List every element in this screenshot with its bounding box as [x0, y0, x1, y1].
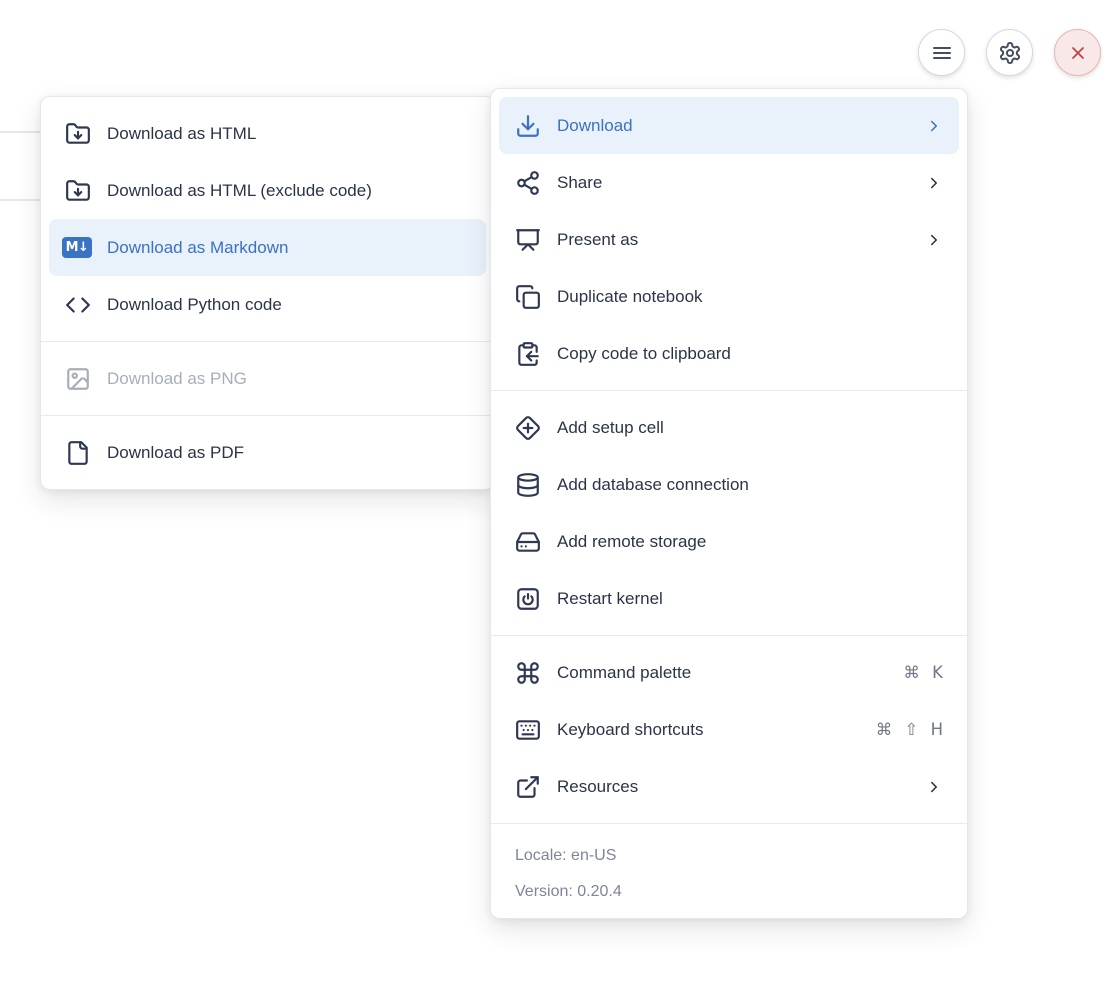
- folder-down-icon: [65, 178, 91, 204]
- menu-item-present-as[interactable]: Present as: [499, 211, 959, 268]
- menu-item-label: Download as PNG: [107, 370, 470, 387]
- chevron-right-icon: [925, 231, 943, 249]
- download-icon: [515, 113, 541, 139]
- download-submenu: Download as HTML Download as HTML (exclud…: [40, 96, 495, 490]
- gear-icon: [998, 41, 1022, 65]
- shortcut-hint: ⌘ ⇧ H: [876, 720, 943, 739]
- hard-drive-icon: [515, 529, 541, 555]
- shortcut-hint: ⌘ K: [903, 663, 943, 682]
- menu-item-label: Add remote storage: [557, 533, 943, 550]
- menu-item-command-palette[interactable]: Command palette ⌘ K: [499, 644, 959, 701]
- menu-item-resources[interactable]: Resources: [499, 758, 959, 815]
- file-icon: [65, 440, 91, 466]
- close-icon: [1068, 43, 1088, 63]
- background-cell-border: [0, 199, 41, 201]
- menu-separator: [491, 635, 967, 636]
- menu-item-label: Download: [557, 117, 909, 134]
- presentation-icon: [515, 227, 541, 253]
- menu-item-label: Download as HTML: [107, 125, 470, 142]
- menu-item-label: Download as Markdown: [107, 239, 470, 256]
- chevron-right-icon: [925, 117, 943, 135]
- menu-item-label: Download as PDF: [107, 444, 470, 461]
- menu-item-download-as-pdf[interactable]: Download as PDF: [49, 424, 486, 481]
- image-icon: [65, 366, 91, 392]
- database-icon: [515, 472, 541, 498]
- menu-item-label: Keyboard shortcuts: [557, 721, 860, 738]
- command-icon: [515, 660, 541, 686]
- menu-item-add-remote-storage[interactable]: Add remote storage: [499, 513, 959, 570]
- code-icon: [65, 292, 91, 318]
- menu-item-restart-kernel[interactable]: Restart kernel: [499, 570, 959, 627]
- shutdown-button[interactable]: [1054, 29, 1101, 76]
- menu-icon: [930, 41, 954, 65]
- square-power-icon: [515, 586, 541, 612]
- menu-footer: Locale: en-USVersion: 0.20.4: [491, 832, 967, 910]
- copy-icon: [515, 284, 541, 310]
- menu-separator: [491, 390, 967, 391]
- notebook-toolbar: [918, 29, 1101, 76]
- menu-item-copy-code-to-clipboard[interactable]: Copy code to clipboard: [499, 325, 959, 382]
- chevron-right-icon: [925, 778, 943, 796]
- menu-item-add-database-connection[interactable]: Add database connection: [499, 456, 959, 513]
- menu-item-label: Download Python code: [107, 296, 470, 313]
- keyboard-icon: [515, 717, 541, 743]
- locale-text: Locale: en-US: [491, 838, 967, 874]
- share-icon: [515, 170, 541, 196]
- external-link-icon: [515, 774, 541, 800]
- menu-item-download-as-markdown[interactable]: M↓ Download as Markdown: [49, 219, 486, 276]
- menu-item-label: Resources: [557, 778, 909, 795]
- menu-item-label: Share: [557, 174, 909, 191]
- chevron-right-icon: [925, 174, 943, 192]
- menu-item-duplicate-notebook[interactable]: Duplicate notebook: [499, 268, 959, 325]
- menu-item-label: Restart kernel: [557, 590, 943, 607]
- menu-item-keyboard-shortcuts[interactable]: Keyboard shortcuts ⌘ ⇧ H: [499, 701, 959, 758]
- markdown-badge-text: M↓: [62, 237, 92, 258]
- menu-item-share[interactable]: Share: [499, 154, 959, 211]
- menu-item-label: Duplicate notebook: [557, 288, 943, 305]
- menu-item-label: Add setup cell: [557, 419, 943, 436]
- menu-item-download-as-png: Download as PNG: [49, 350, 486, 407]
- notebook-menu-button[interactable]: [918, 29, 965, 76]
- folder-down-icon: [65, 121, 91, 147]
- clipboard-copy-icon: [515, 341, 541, 367]
- menu-item-label: Present as: [557, 231, 909, 248]
- version-text: Version: 0.20.4: [491, 874, 967, 910]
- menu-item-download[interactable]: Download: [499, 97, 959, 154]
- menu-item-add-setup-cell[interactable]: Add setup cell: [499, 399, 959, 456]
- diamond-plus-icon: [515, 415, 541, 441]
- menu-separator: [41, 415, 494, 416]
- menu-item-label: Download as HTML (exclude code): [107, 182, 470, 199]
- menu-item-download-as-html-exclude-code[interactable]: Download as HTML (exclude code): [49, 162, 486, 219]
- menu-item-label: Add database connection: [557, 476, 943, 493]
- menu-item-label: Command palette: [557, 664, 887, 681]
- menu-separator: [41, 341, 494, 342]
- menu-separator: [491, 823, 967, 824]
- menu-item-download-python-code[interactable]: Download Python code: [49, 276, 486, 333]
- menu-item-download-as-html[interactable]: Download as HTML: [49, 105, 486, 162]
- notebook-actions-menu: Download Share Present as Duplicate noteboo…: [490, 88, 968, 919]
- background-cell-border: [0, 131, 41, 133]
- settings-button[interactable]: [986, 29, 1033, 76]
- menu-item-label: Copy code to clipboard: [557, 345, 943, 362]
- markdown-badge-icon: M↓: [65, 235, 91, 261]
